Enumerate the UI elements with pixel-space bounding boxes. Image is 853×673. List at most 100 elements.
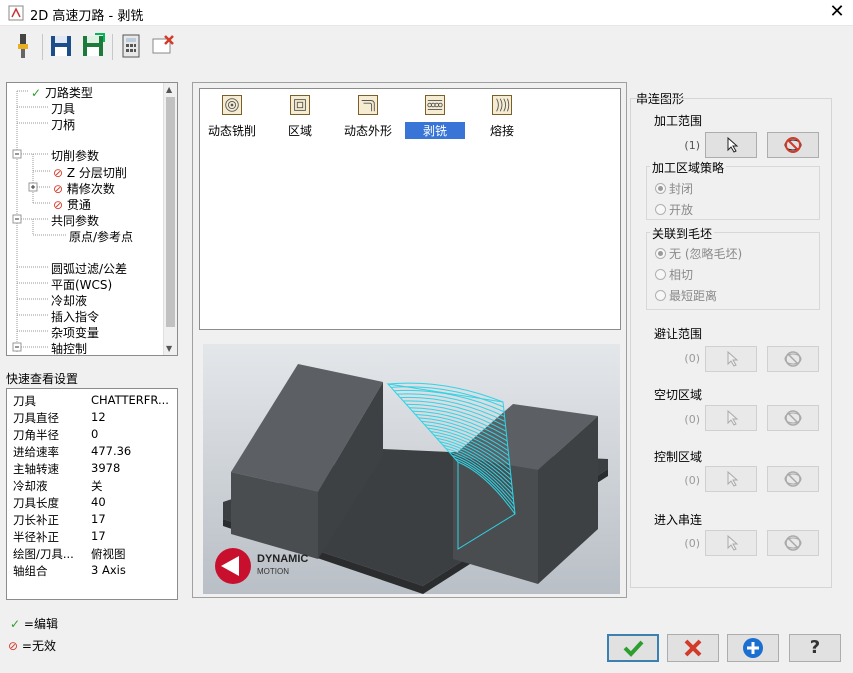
- tree-item-tool[interactable]: 刀具: [51, 100, 75, 117]
- peel-mill-icon: [425, 95, 445, 115]
- qs-value-corner-radius: 0: [91, 427, 99, 441]
- tool-icon[interactable]: [10, 32, 36, 60]
- tree-item-coolant[interactable]: 冷却液: [51, 292, 87, 309]
- clear-entry-chain-button[interactable]: [767, 530, 819, 556]
- qs-value-length-offset: 17: [91, 512, 106, 526]
- cursor-icon: [727, 409, 739, 426]
- blend-icon: [492, 95, 512, 115]
- select-avoidance-button[interactable]: [705, 346, 757, 372]
- radio-dot: [655, 183, 666, 194]
- clear-machining-range-button[interactable]: [767, 132, 819, 158]
- logo-line1: DYNAMIC: [257, 553, 308, 565]
- preview-graphic: DYNAMIC MOTION: [203, 344, 620, 594]
- clear-chain-icon: [784, 137, 802, 153]
- select-entry-chain-button[interactable]: [705, 530, 757, 556]
- tree-item-break-through[interactable]: ⊘ 贯通: [53, 196, 91, 213]
- ok-button[interactable]: [607, 634, 659, 662]
- clear-chain-icon: [784, 410, 802, 426]
- dynamic-mill-icon: [222, 95, 242, 115]
- toolpath-preview: DYNAMIC MOTION: [203, 344, 620, 594]
- qs-value-axis-combination: 3 Axis: [91, 563, 126, 577]
- scroll-down-arrow-icon[interactable]: ▼: [166, 344, 175, 353]
- tree-item-depth-cuts[interactable]: ⊘ Z 分层切削: [53, 164, 127, 181]
- qs-row-spindle-speed: 主轴转速: [13, 462, 59, 476]
- stock-none-radio[interactable]: 无 (忽略毛坯): [655, 245, 742, 262]
- select-containment-button[interactable]: [705, 466, 757, 492]
- help-button[interactable]: ?: [789, 634, 841, 662]
- radio-dot: [655, 248, 666, 259]
- qs-value-tool: CHATTERFR...: [91, 393, 169, 407]
- qs-row-tool-diameter: 刀具直径: [13, 411, 59, 425]
- tree-item-toolpath-type[interactable]: ✓ 刀路类型: [31, 84, 93, 101]
- invalid-icon: ⊘: [53, 166, 64, 180]
- check-icon: [623, 640, 644, 657]
- logo-line2: MOTION: [257, 567, 289, 576]
- help-icon: ?: [809, 637, 821, 658]
- stock-shortest-radio[interactable]: 最短距离: [655, 287, 717, 304]
- area-icon: [290, 95, 310, 115]
- window-title: 2D 高速刀路 - 剥铣: [30, 9, 144, 24]
- op-blend[interactable]: 熔接: [472, 95, 532, 139]
- delete-parameters-icon[interactable]: [150, 32, 176, 60]
- cursor-icon: [727, 136, 739, 153]
- tree-item-axis-control[interactable]: 轴控制: [51, 340, 87, 355]
- qs-row-axis-combination: 轴组合: [13, 564, 48, 578]
- clear-chain-icon: [784, 535, 802, 551]
- tree-item-canned-text[interactable]: 插入指令: [51, 308, 99, 325]
- stock-tangent-radio[interactable]: 相切: [655, 266, 693, 283]
- tree-item-holder[interactable]: 刀柄: [51, 116, 75, 133]
- invalid-icon: ⊘: [8, 639, 19, 653]
- strategy-title: 加工区域策略: [650, 159, 727, 176]
- radio-dot: [655, 269, 666, 280]
- cursor-icon: [727, 534, 739, 551]
- cancel-button[interactable]: [667, 634, 719, 662]
- scroll-thumb[interactable]: [166, 97, 175, 327]
- check-icon: ✓: [31, 86, 42, 100]
- op-peel-mill[interactable]: 剥铣: [405, 95, 465, 139]
- quick-settings-title: 快速查看设置: [6, 372, 79, 386]
- save-icon[interactable]: [48, 32, 74, 60]
- clear-chain-icon: [784, 351, 802, 367]
- avoidance-label: 避让范围: [654, 327, 703, 341]
- app-icon: [8, 5, 24, 21]
- op-dynamic-mill[interactable]: 动态铣削: [202, 95, 262, 139]
- strategy-open-radio[interactable]: 开放: [655, 201, 693, 218]
- tree-item-misc-values[interactable]: 杂项变量: [51, 324, 99, 341]
- calculator-icon[interactable]: [118, 32, 144, 60]
- parameter-tree[interactable]: ▲ ▼ ✓ 刀路类型 刀具 刀柄 切削参数 ⊘ Z 分层切削 ⊘ 精修次数 ⊘ …: [6, 82, 178, 356]
- clear-air-region-button[interactable]: [767, 405, 819, 431]
- tree-item-arc-filter-tolerance[interactable]: 圆弧过滤/公差: [51, 260, 127, 277]
- radio-dot: [655, 290, 666, 301]
- strategy-closed-radio[interactable]: 封闭: [655, 180, 693, 197]
- clear-avoidance-button[interactable]: [767, 346, 819, 372]
- title-bar: 2D 高速刀路 - 剥铣 ✕: [0, 0, 853, 26]
- select-air-region-button[interactable]: [705, 405, 757, 431]
- invalid-icon: ⊘: [53, 182, 64, 196]
- legend-invalid: ⊘ =无效: [8, 639, 56, 653]
- tree-item-cut-parameters[interactable]: 切削参数: [51, 147, 99, 164]
- qs-row-length-offset: 刀长补正: [13, 513, 59, 527]
- cursor-icon: [727, 350, 739, 367]
- cancel-x-icon: [684, 639, 702, 657]
- save-all-icon[interactable]: [80, 32, 106, 60]
- qs-value-plane-tool: 俯视图: [91, 547, 126, 561]
- qs-value-spindle-speed: 3978: [91, 461, 121, 475]
- scroll-up-arrow-icon[interactable]: ▲: [166, 85, 175, 94]
- tree-item-planes-wcs[interactable]: 平面(WCS): [51, 276, 112, 293]
- qs-value-feed-rate: 477.36: [91, 444, 132, 458]
- tree-item-finish-passes[interactable]: ⊘ 精修次数: [53, 180, 115, 197]
- op-dynamic-contour[interactable]: 动态外形: [338, 95, 398, 139]
- toolpath-type-list[interactable]: 动态铣削 区域 动态外形 剥铣 熔接: [199, 88, 621, 330]
- invalid-icon: ⊘: [53, 198, 64, 212]
- select-machining-range-button[interactable]: [705, 132, 757, 158]
- machining-range-count: (1): [684, 139, 700, 152]
- air-region-label: 空切区域: [654, 388, 703, 402]
- tree-item-home-ref-point[interactable]: 原点/参考点: [69, 228, 133, 245]
- clear-containment-button[interactable]: [767, 466, 819, 492]
- cursor-icon: [727, 470, 739, 487]
- tree-item-linking-parameters[interactable]: 共同参数: [51, 212, 99, 229]
- apply-button[interactable]: [727, 634, 779, 662]
- qs-row-coolant: 冷却液: [13, 479, 48, 493]
- op-area[interactable]: 区域: [270, 95, 330, 139]
- close-button[interactable]: ✕: [826, 2, 848, 22]
